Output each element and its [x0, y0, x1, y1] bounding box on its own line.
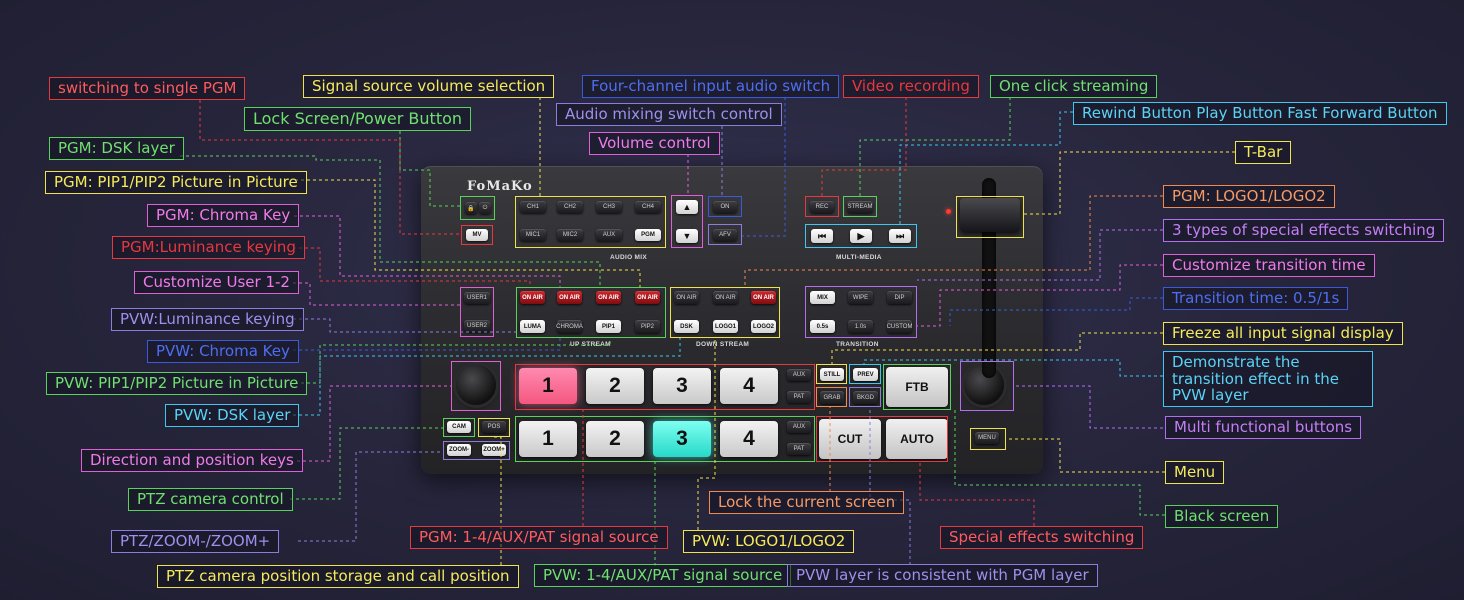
callout-special-effects-switching: Special effects switching [940, 526, 1144, 549]
diagram-stage: FoMaKo AUDIO MIX MULTI-MEDIA UP STREAM D… [0, 0, 1464, 600]
callout-direction-keys: Direction and position keys [81, 449, 303, 472]
callout-volume-control: Volume control [589, 132, 720, 155]
callout-pvw-luminance: PVW:Luminance keying [111, 308, 304, 331]
callout-switching-single-pgm: switching to single PGM [49, 77, 246, 100]
callout-audio-mixing: Audio mixing switch control [556, 103, 782, 126]
callout-pvw-chroma: PVW: Chroma Key [147, 340, 299, 363]
callout-lock-power: Lock Screen/Power Button [244, 107, 472, 131]
callout-freeze: Freeze all input signal display [1163, 322, 1403, 345]
callout-special-effects-types: 3 types of special effects switching [1163, 219, 1445, 242]
callout-lock-current-screen: Lock the current screen [709, 491, 905, 514]
callout-pvw-pip: PVW: PIP1/PIP2 Picture in Picture [46, 372, 308, 395]
callout-video-recording: Video recording [843, 75, 979, 98]
callout-pgm-logo: PGM: LOGO1/LOGO2 [1163, 185, 1335, 208]
callout-ptz-position: PTZ camera position storage and call pos… [157, 565, 519, 588]
callout-pgm-pip: PGM: PIP1/PIP2 Picture in Picture [45, 171, 307, 194]
callout-multi-functional: Multi functional buttons [1165, 416, 1362, 439]
callout-customize-user: Customize User 1-2 [134, 271, 299, 294]
callout-pgm-dsk: PGM: DSK layer [49, 137, 184, 160]
callout-demonstrate-transition: Demonstrate the transition effect in the… [1163, 351, 1373, 407]
callout-t-bar: T-Bar [1235, 141, 1292, 164]
callout-black-screen: Black screen [1165, 505, 1279, 528]
callout-four-channel-audio: Four-channel input audio switch [582, 75, 840, 98]
callout-pgm-signal-source: PGM: 1-4/AUX/PAT signal source [410, 526, 668, 549]
callout-pvw-logo: PVW: LOGO1/LOGO2 [683, 530, 855, 553]
callout-pvw-consistent: PVW layer is consistent with PGM layer [787, 564, 1098, 587]
callout-custom-transition: Customize transition time [1163, 254, 1375, 277]
callout-menu: Menu [1165, 461, 1225, 484]
callout-transition-time: Transition time: 0.5/1s [1163, 287, 1349, 310]
callout-signal-volume: Signal source volume selection [303, 75, 555, 98]
callout-pgm-chroma: PGM: Chroma Key [147, 204, 300, 227]
callout-pvw-signal-source: PVW: 1-4/AUX/PAT signal source [534, 564, 792, 587]
callout-pgm-luminance: PGM:Luminance keying [112, 236, 305, 259]
callout-media-buttons: Rewind Button Play Button Fast Forward B… [1073, 102, 1447, 125]
callout-ptz-control: PTZ camera control [128, 488, 293, 511]
callout-streaming: One click streaming [990, 75, 1158, 98]
callout-ptz-zoom: PTZ/ZOOM-/ZOOM+ [111, 530, 280, 553]
callout-pvw-dsk: PVW: DSK layer [165, 404, 300, 427]
